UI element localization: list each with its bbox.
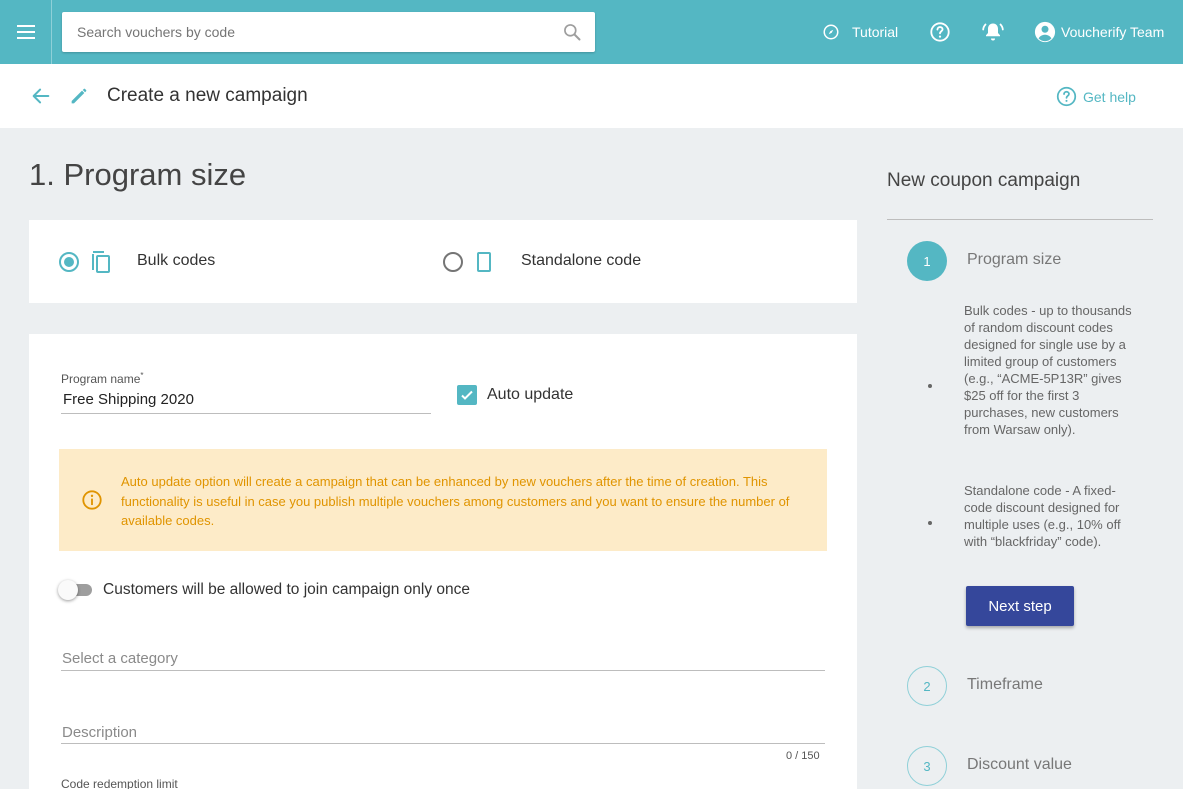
bullet-dot	[928, 384, 932, 388]
standalone-code-label: Standalone code	[521, 252, 642, 269]
info-alert: Auto update option will create a campaig…	[59, 449, 827, 551]
page-header: Create a new campaign Get help	[0, 64, 1183, 128]
sidebar-title: New coupon campaign	[887, 170, 1081, 191]
auto-update-checkbox[interactable]	[457, 385, 477, 405]
bell-ring-icon	[982, 23, 1004, 41]
step-heading: 1. Program size	[29, 157, 247, 192]
bulk-codes-radio[interactable]	[59, 252, 79, 272]
standalone-code-description: Standalone code - A fixed-code discount …	[964, 483, 1121, 549]
required-mark: *	[140, 371, 144, 380]
copy-icon	[92, 251, 110, 273]
bullet-dot	[928, 521, 932, 525]
help-icon	[1056, 86, 1077, 107]
get-help-link[interactable]: Get help	[1056, 86, 1136, 107]
step-3-circle[interactable]: 3	[907, 746, 947, 786]
description-input[interactable]: Description	[62, 724, 137, 741]
account-circle-icon	[1034, 21, 1056, 43]
search-input[interactable]	[62, 12, 552, 52]
compass-icon	[823, 24, 839, 40]
top-bar: Tutorial Voucherify Team	[0, 0, 1183, 64]
step-2-circle[interactable]: 2	[907, 666, 947, 706]
step-1-label: Program size	[967, 251, 1062, 268]
program-name-label: Program name*	[61, 371, 144, 386]
menu-button[interactable]	[0, 0, 52, 64]
redemption-limit-label: Code redemption limit	[61, 777, 178, 789]
join-once-label: Customers will be allowed to join campai…	[103, 581, 471, 598]
help-icon	[930, 22, 950, 42]
page-title: Create a new campaign	[107, 85, 308, 106]
single-code-icon	[477, 252, 491, 272]
standalone-code-radio[interactable]	[443, 252, 463, 272]
search-box	[62, 12, 595, 52]
tutorial-button[interactable]: Tutorial	[822, 0, 898, 64]
category-underline	[61, 670, 825, 671]
arrow-back-icon[interactable]	[30, 85, 52, 107]
notifications-button[interactable]	[981, 0, 1005, 64]
sidebar-divider	[887, 219, 1153, 220]
program-details-card: Program name* Free Shipping 2020 Auto up…	[29, 334, 857, 789]
check-icon	[461, 390, 473, 400]
alert-text: Auto update option will create a campaig…	[121, 474, 790, 528]
program-name-label-text: Program name	[61, 372, 141, 386]
step-2-label[interactable]: Timeframe	[967, 676, 1043, 694]
join-once-toggle[interactable]	[58, 579, 92, 601]
edit-pencil-icon[interactable]	[68, 85, 90, 107]
user-menu[interactable]: Voucherify Team	[1034, 0, 1164, 64]
tutorial-label: Tutorial	[852, 24, 899, 40]
description-counter: 0 / 150	[786, 750, 820, 762]
menu-icon	[16, 25, 35, 39]
category-select[interactable]: Select a category	[62, 650, 178, 667]
bulk-codes-label: Bulk codes	[137, 252, 216, 269]
program-name-underline	[61, 413, 431, 414]
toggle-knob	[58, 580, 78, 600]
info-icon	[82, 490, 102, 510]
step-1-circle: 1	[907, 241, 947, 281]
next-step-button[interactable]: Next step	[966, 586, 1074, 626]
description-underline	[61, 743, 825, 744]
get-help-label: Get help	[1083, 88, 1136, 105]
user-name: Voucherify Team	[1061, 24, 1165, 40]
bulk-codes-description: Bulk codes - up to thousands of random d…	[964, 303, 1132, 437]
program-name-input[interactable]: Free Shipping 2020	[63, 391, 194, 408]
help-button[interactable]	[929, 0, 951, 64]
search-icon[interactable]	[562, 22, 582, 42]
step-3-label[interactable]: Discount value	[967, 756, 1072, 774]
auto-update-label: Auto update	[487, 386, 574, 403]
code-type-card: Bulk codes Standalone code	[29, 220, 857, 303]
